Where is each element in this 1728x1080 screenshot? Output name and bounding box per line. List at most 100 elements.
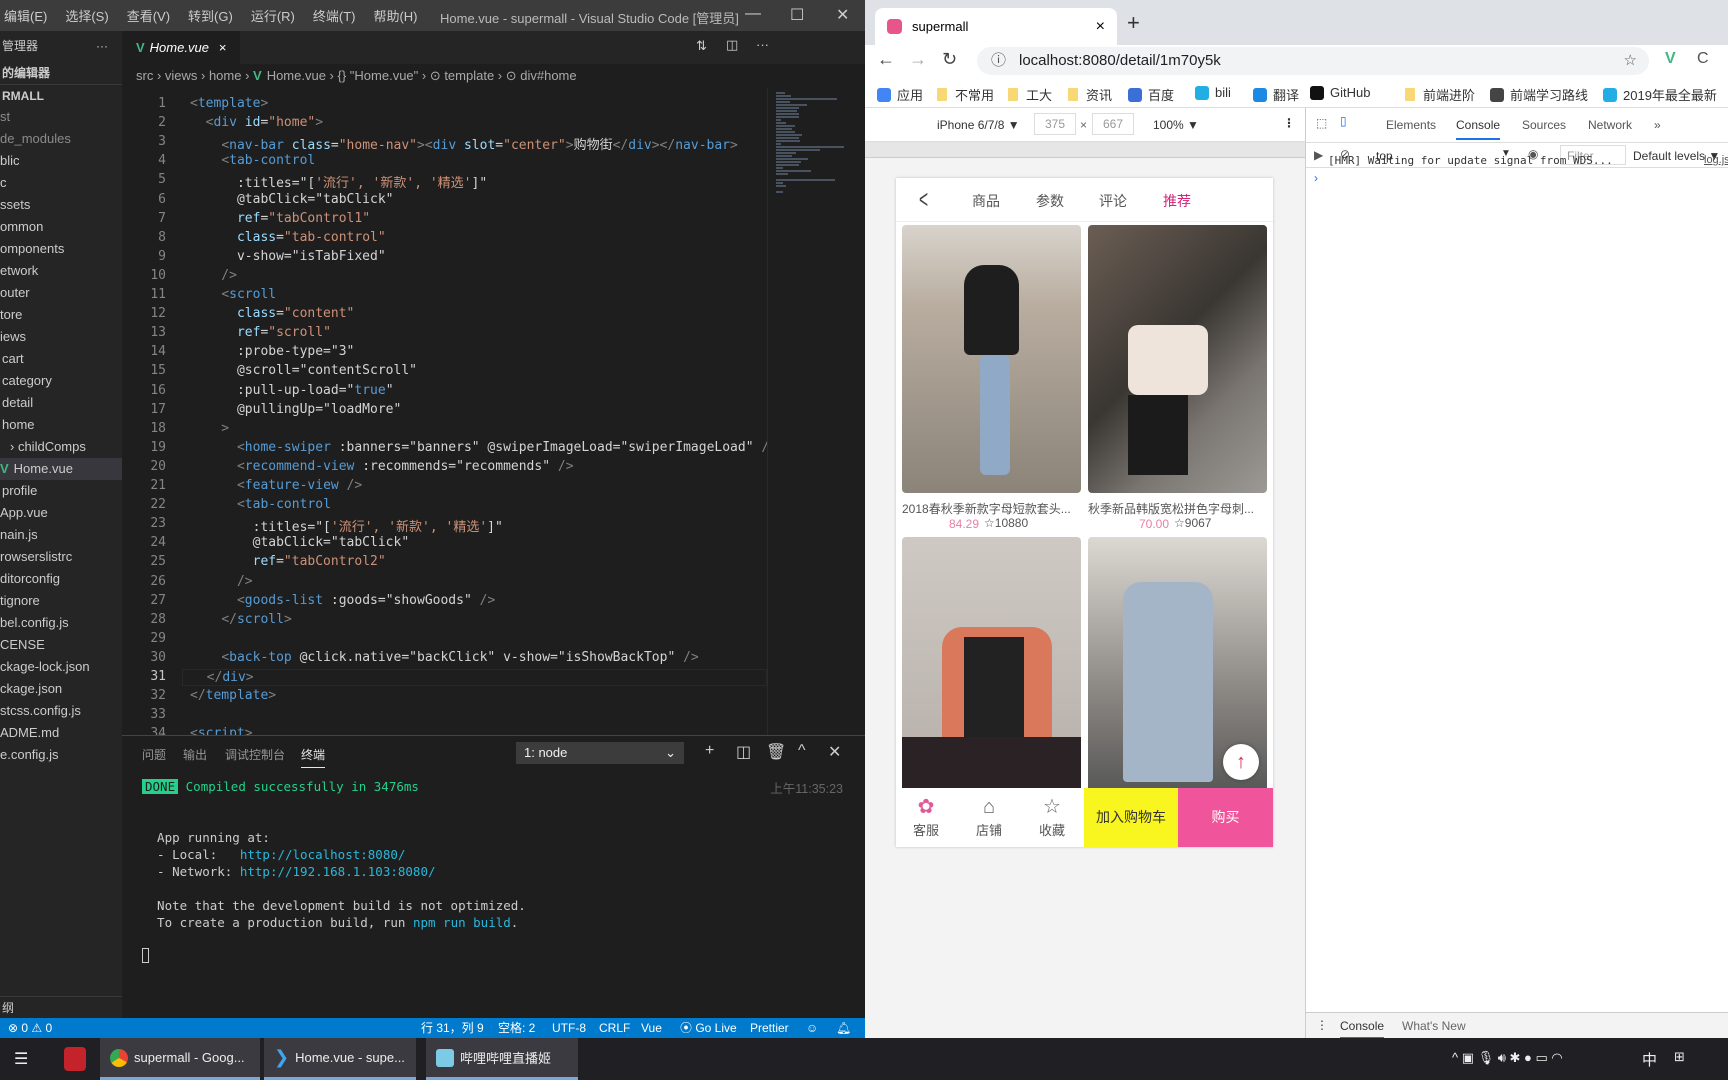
panel-tab-problems[interactable]: 问题 <box>142 746 166 763</box>
trash-icon[interactable]: 🗑 <box>766 742 786 762</box>
menu-item[interactable]: 转到(G) <box>188 6 233 25</box>
explorer-item[interactable]: rowserslistrc <box>0 546 122 568</box>
add-to-cart-button[interactable]: 加入购物车 <box>1084 788 1178 847</box>
menu-item[interactable]: 帮助(H) <box>373 6 417 25</box>
taskbar-vscode[interactable]: ❯ Home.vue - supe... <box>264 1038 416 1080</box>
explorer-item[interactable]: iews <box>0 326 122 348</box>
editor-more-icon[interactable]: ··· <box>756 37 769 52</box>
explorer-item[interactable]: bel.config.js <box>0 612 122 634</box>
tab-home-vue[interactable]: V Home.vue × <box>122 31 240 64</box>
explorer-item[interactable]: e.config.js <box>0 744 122 766</box>
terminal-select[interactable]: 1: node ⌄ <box>516 742 684 764</box>
cursor-position[interactable]: 行 31，列 9 <box>421 1018 484 1038</box>
encoding[interactable]: UTF-8 <box>552 1018 586 1038</box>
devtools-tab-console[interactable]: Console <box>1456 118 1501 140</box>
explorer-item[interactable]: omponents <box>0 238 122 260</box>
ime-indicator[interactable]: 中 <box>1642 1049 1657 1070</box>
explorer-item[interactable]: ditorconfig <box>0 568 122 590</box>
explorer-item[interactable]: nain.js <box>0 524 122 546</box>
goods-image[interactable] <box>902 225 1081 493</box>
explorer-item[interactable]: ckage.json <box>0 678 122 700</box>
drawer-tab-whats-new[interactable]: What's New <box>1402 1019 1466 1033</box>
inspect-element-icon[interactable]: ⬚ <box>1316 116 1327 130</box>
explorer-item[interactable]: c <box>0 172 122 194</box>
bookmark-item[interactable]: GitHub <box>1310 85 1370 100</box>
local-url-link[interactable]: http://localhost:8080/ <box>240 847 406 862</box>
network-url-link[interactable]: http://192.168.1.103:8080/ <box>240 864 436 879</box>
tray-icons[interactable]: ^ ▣ 🎙︎ 🔊︎ ✱ ● ▭ ◠ <box>1452 1050 1563 1066</box>
maximize-panel-icon[interactable]: ^ <box>798 742 806 760</box>
menu-item[interactable]: 编辑(E) <box>4 6 47 25</box>
bookmark-item[interactable]: 不常用 <box>937 85 994 104</box>
device-more-icon[interactable]: ⋮ <box>1283 116 1295 130</box>
back-arrow-icon[interactable]: < <box>919 184 928 215</box>
nav-params[interactable]: 参数 <box>1036 191 1064 211</box>
goods-image[interactable] <box>1088 225 1267 493</box>
problems-indicator[interactable]: ⊗ 0 ⚠ 0 <box>8 1018 52 1038</box>
explorer-item[interactable]: tignore <box>0 590 122 612</box>
nav-comments[interactable]: 评论 <box>1099 191 1127 211</box>
back-top-button[interactable]: ↑ <box>1223 744 1259 780</box>
ime-mode-icon[interactable]: ⊞ <box>1674 1049 1685 1065</box>
breadcrumb[interactable]: src › views › home › V Home.vue › {} "Hom… <box>136 64 577 88</box>
explorer-item[interactable]: st <box>0 106 122 128</box>
back-icon[interactable]: ← <box>877 49 895 70</box>
menu-item[interactable]: 终端(T) <box>313 6 356 25</box>
explorer-item[interactable]: blic <box>0 150 122 172</box>
feedback-icon[interactable]: ☺ <box>806 1018 818 1038</box>
panel-tab-debug-console[interactable]: 调试控制台 <box>225 746 285 763</box>
explorer-item[interactable]: tore <box>0 304 122 326</box>
device-select[interactable]: iPhone 6/7/8 ▼ <box>937 118 1020 132</box>
bookmark-item[interactable]: 2019年最全最新 <box>1603 85 1717 104</box>
explorer-item[interactable]: stcss.config.js <box>0 700 122 722</box>
forward-icon[interactable]: → <box>909 49 927 70</box>
vue-devtools-icon[interactable]: V <box>1665 50 1676 68</box>
bookmark-item[interactable]: bili <box>1195 85 1231 100</box>
explorer-item[interactable]: V Home.vue <box>0 458 122 480</box>
url-input[interactable]: ⓘ localhost:8080/detail/1m70y5k ☆ <box>977 47 1649 75</box>
goods-image[interactable] <box>902 537 1081 797</box>
bookmark-star-icon[interactable]: ☆ <box>1624 47 1637 75</box>
device-toggle-icon[interactable]: ▯ <box>1340 114 1347 128</box>
code-editor[interactable]: 1 <template> 2 <div id="home"> 3 <nav-bar c… <box>122 88 767 735</box>
minimize-button[interactable]: — <box>745 5 761 23</box>
bell-icon[interactable]: 🔔︎ <box>836 1018 851 1038</box>
height-input[interactable]: 667 <box>1092 113 1134 135</box>
terminal-output[interactable]: DONE Compiled successfully in 3476ms App… <box>142 778 526 967</box>
more-tabs-icon[interactable]: » <box>1654 118 1661 132</box>
bookmark-item[interactable]: 前端进阶 <box>1405 85 1475 104</box>
devtools-tab-network[interactable]: Network <box>1588 118 1632 132</box>
bookmark-item[interactable]: 翻译 <box>1253 85 1299 104</box>
split-terminal-icon[interactable]: ◫ <box>736 742 751 762</box>
outline-section[interactable]: 纲 <box>0 996 122 1018</box>
taskbar-chrome[interactable]: supermall - Goog... <box>100 1038 260 1080</box>
explorer-item[interactable]: ADME.md <box>0 722 122 744</box>
new-tab-button[interactable]: + <box>1127 10 1140 36</box>
language-mode[interactable]: Vue <box>641 1018 662 1038</box>
menu-item[interactable]: 选择(S) <box>65 6 108 25</box>
compare-changes-icon[interactable]: ⇅ <box>696 38 707 54</box>
open-editors-section[interactable]: 的编辑器 <box>0 62 122 84</box>
menu-item[interactable]: 运行(R) <box>251 6 295 25</box>
devtools-tab-elements[interactable]: Elements <box>1386 118 1436 132</box>
console-prompt[interactable]: › <box>1314 171 1318 185</box>
line-ending[interactable]: CRLF <box>599 1018 630 1038</box>
project-section[interactable]: RMALL <box>0 84 122 106</box>
netease-music-icon[interactable] <box>64 1047 86 1071</box>
explorer-item[interactable]: profile <box>0 480 122 502</box>
explorer-item[interactable]: outer <box>0 282 122 304</box>
menu-item[interactable]: 查看(V) <box>127 6 170 25</box>
shop-button[interactable]: ⌂ 店铺 <box>964 794 1014 839</box>
extension-icon[interactable]: C <box>1697 50 1709 68</box>
explorer-item[interactable]: de_modules <box>0 128 122 150</box>
tab-close-icon[interactable]: × <box>1096 18 1105 36</box>
service-button[interactable]: ✿ 客服 <box>901 794 951 839</box>
minimap[interactable] <box>767 88 851 735</box>
bookmark-item[interactable]: 工大 <box>1008 85 1052 104</box>
bookmark-item[interactable]: 应用 <box>877 85 923 104</box>
explorer-item[interactable]: › childComps <box>0 436 122 458</box>
bookmark-item[interactable]: 资讯 <box>1068 85 1112 104</box>
indentation[interactable]: 空格: 2 <box>498 1018 535 1038</box>
explorer-item[interactable]: category <box>0 370 122 392</box>
media-query-bar[interactable] <box>865 142 1305 158</box>
